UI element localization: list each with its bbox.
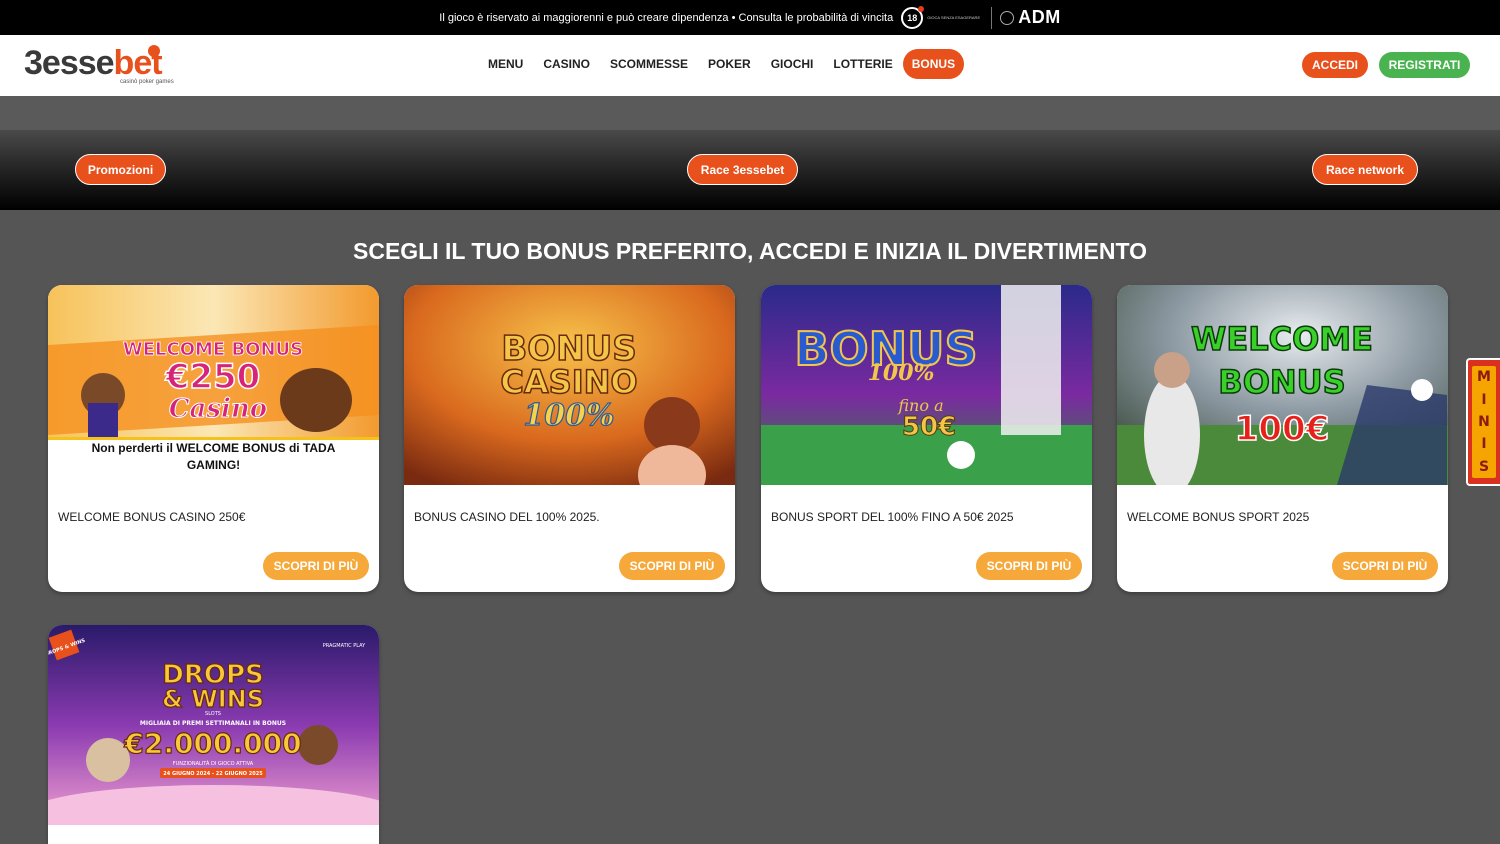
banner-amount: 50€: [902, 412, 956, 442]
provider-logo: PRAGMATIC PLAY: [323, 643, 366, 649]
banner-weekly-prizes: MIGLIAIA DI PREMI SETTIMANALI IN BONUS: [140, 720, 286, 727]
banner-subtitle: & WINS: [162, 685, 264, 713]
banner-subtitle: CASINO: [500, 363, 637, 401]
banner-dates: 24 GIUGNO 2024 - 22 GIUGNO 2025: [163, 771, 263, 777]
banner-slots: SLOTS: [205, 711, 221, 717]
bonus-card[interactable]: BONUS 100% fino a 50€ BONUS SPORT DEL 10…: [761, 285, 1092, 592]
card-banner-image[interactable]: BONUS CASINO 100%: [404, 285, 735, 485]
bonus-card[interactable]: WELCOME BONUS 100€ WELCOME BONUS SPORT 2…: [1117, 285, 1448, 592]
minis-side-tab[interactable]: M I N I S: [1466, 358, 1500, 486]
card-banner-image[interactable]: WELCOME BONUS €250 Casino: [48, 285, 379, 440]
responsible-gaming-text: gioca senza esagerare: [927, 15, 981, 20]
banner-amount: 100€: [1235, 409, 1330, 449]
banner-percent: 100%: [523, 398, 614, 433]
banner-feature: FUNZIONALITÀ DI GIOCO ATTIVA: [173, 760, 254, 767]
disclaimer-text: Il gioco è riservato ai maggiorenni e pu…: [439, 11, 894, 24]
age-18-icon: 18: [901, 5, 925, 29]
discover-more-button[interactable]: SCOPRI DI PIÙ: [619, 552, 725, 580]
bonus-card[interactable]: WELCOME BONUS €250 Casino Non perderti i…: [48, 285, 379, 592]
minis-letter: I: [1481, 436, 1487, 453]
card-description: BONUS CASINO DEL 100% 2025.: [414, 510, 600, 524]
subnav-promozioni[interactable]: Promozioni: [75, 154, 166, 185]
login-button[interactable]: ACCEDI: [1302, 52, 1368, 78]
card-description: WELCOME BONUS CASINO 250€: [58, 510, 246, 524]
subnav-band-top: [0, 96, 1500, 130]
banner-amount: €250: [165, 357, 261, 397]
adm-emblem-icon: [1000, 10, 1015, 25]
discover-more-button[interactable]: SCOPRI DI PIÙ: [976, 552, 1082, 580]
minis-letter: S: [1478, 458, 1490, 475]
subnav-race-network[interactable]: Race network: [1312, 154, 1418, 185]
banner-subtitle: Casino: [169, 394, 267, 424]
nav-poker[interactable]: POKER: [708, 57, 751, 71]
nav-giochi[interactable]: GIOCHI: [771, 57, 814, 71]
card-promo-text: Non perderti il WELCOME BONUS di TADA GA…: [91, 441, 336, 472]
nav-casino[interactable]: CASINO: [543, 57, 590, 71]
discover-more-button[interactable]: SCOPRI DI PIÙ: [1332, 552, 1438, 580]
banner-percent: 100%: [868, 360, 935, 386]
divider: [991, 6, 993, 29]
bonus-card[interactable]: BONUS CASINO 100% BONUS CASINO DEL 100% …: [404, 285, 735, 592]
site-logo[interactable]: 3essebet casinò poker games: [24, 45, 184, 87]
subnav-race-3essebet[interactable]: Race 3essebet: [687, 154, 798, 185]
register-button[interactable]: REGISTRATI: [1379, 52, 1470, 78]
card-description: BONUS SPORT DEL 100% FINO A 50€ 2025: [771, 510, 1014, 524]
discover-more-button[interactable]: SCOPRI DI PIÙ: [263, 552, 369, 580]
minis-letter: N: [1478, 413, 1490, 430]
nav-scommesse[interactable]: SCOMMESSE: [610, 57, 688, 71]
logo-ball-icon: [148, 45, 160, 57]
bonus-card[interactable]: DROPS & WINS PRAGMATIC PLAY DROPS & WINS…: [48, 625, 379, 844]
nav-bonus[interactable]: BONUS: [902, 49, 965, 79]
logo-tagline: casinò poker games: [120, 79, 174, 85]
card-banner-image[interactable]: WELCOME BONUS 100€: [1117, 285, 1448, 485]
banner-amount: €2.000.000: [123, 727, 301, 760]
card-banner-image[interactable]: BONUS 100% fino a 50€: [761, 285, 1092, 485]
banner-subtitle: BONUS: [1218, 363, 1345, 401]
main-nav: MENU CASINO SCOMMESSE POKER GIOCHI LOTTE…: [478, 48, 974, 80]
nav-lotterie[interactable]: LOTTERIE: [833, 57, 892, 71]
site-header: 3essebet casinò poker games MENU CASINO …: [0, 35, 1500, 96]
minis-letter: M: [1477, 369, 1491, 386]
page-heading: SCEGLI IL TUO BONUS PREFERITO, ACCEDI E …: [353, 238, 1147, 264]
logo-part1: 3esse: [24, 44, 115, 82]
card-banner-image[interactable]: DROPS & WINS PRAGMATIC PLAY DROPS & WINS…: [48, 625, 379, 825]
minis-letter: I: [1481, 391, 1487, 408]
adm-logo[interactable]: ADM: [1018, 7, 1061, 28]
card-description: WELCOME BONUS SPORT 2025: [1127, 510, 1310, 524]
disclaimer-bar: Il gioco è riservato ai maggiorenni e pu…: [0, 0, 1500, 35]
banner-title: WELCOME: [1191, 320, 1373, 358]
nav-menu[interactable]: MENU: [488, 57, 523, 71]
